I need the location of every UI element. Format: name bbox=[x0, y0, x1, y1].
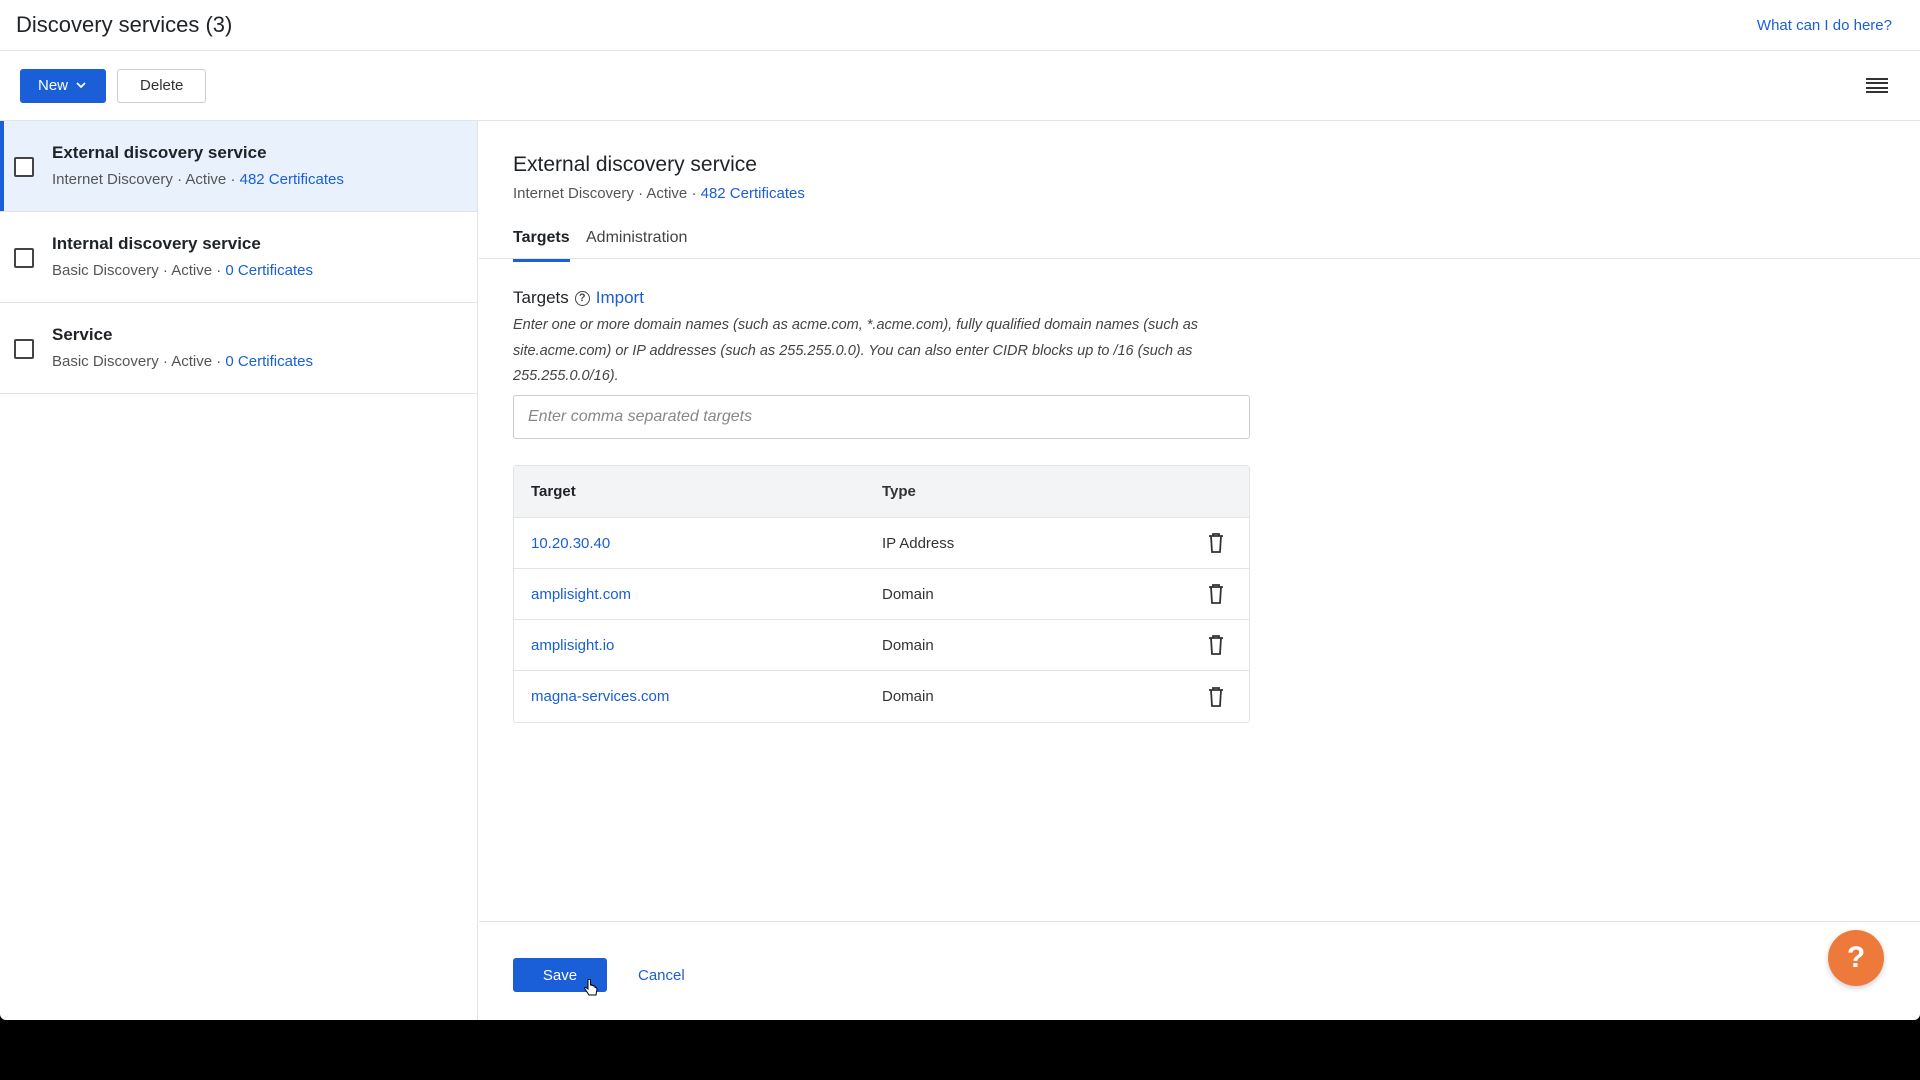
hamburger-menu-icon[interactable] bbox=[1866, 77, 1888, 94]
trash-icon[interactable] bbox=[1206, 532, 1226, 554]
detail-status: Active bbox=[646, 185, 688, 202]
service-certs-link[interactable]: 0 Certificates bbox=[225, 262, 313, 279]
service-checkbox[interactable] bbox=[14, 339, 34, 359]
column-header-target: Target bbox=[531, 483, 576, 500]
new-button[interactable]: New bbox=[20, 68, 107, 103]
delete-button[interactable]: Delete bbox=[117, 68, 207, 103]
targets-section-label: Targets ? Import bbox=[513, 288, 644, 308]
service-item-service[interactable]: Service Basic Discovery · Active · 0 Cer… bbox=[0, 303, 477, 394]
table-row: amplisight.io Domain bbox=[514, 620, 1249, 671]
top-bar: Discovery services (3) What can I do her… bbox=[0, 0, 1920, 51]
help-fab-button[interactable]: ? bbox=[1828, 930, 1884, 986]
trash-icon[interactable] bbox=[1206, 686, 1226, 708]
detail-type: Internet Discovery bbox=[513, 185, 634, 202]
target-link[interactable]: amplisight.io bbox=[514, 637, 882, 654]
service-item-external[interactable]: External discovery service Internet Disc… bbox=[0, 121, 477, 212]
page-title: Discovery services (3) bbox=[16, 12, 233, 37]
service-status: Active bbox=[171, 353, 213, 370]
new-button-label: New bbox=[38, 77, 69, 94]
help-link[interactable]: What can I do here? bbox=[1757, 17, 1892, 34]
service-checkbox[interactable] bbox=[14, 248, 34, 268]
targets-table: Target Type 10.20.30.40 IP Address ampli… bbox=[513, 465, 1250, 723]
target-link[interactable]: magna-services.com bbox=[514, 688, 882, 705]
target-type: IP Address bbox=[882, 534, 955, 552]
service-type: Internet Discovery bbox=[52, 171, 173, 188]
trash-icon[interactable] bbox=[1206, 634, 1226, 656]
target-link[interactable]: amplisight.com bbox=[514, 586, 882, 603]
service-certs-link[interactable]: 482 Certificates bbox=[240, 171, 344, 188]
table-row: amplisight.com Domain bbox=[514, 569, 1249, 620]
detail-title: External discovery service bbox=[513, 153, 757, 176]
separator: · bbox=[177, 171, 183, 188]
import-link[interactable]: Import bbox=[596, 288, 644, 308]
targets-hint: Enter one or more domain names (such as … bbox=[513, 317, 1199, 384]
detail-certs-link[interactable]: 482 Certificates bbox=[701, 185, 805, 202]
tab-administration[interactable]: Administration bbox=[586, 229, 687, 259]
detail-tabs: Targets Administration bbox=[479, 221, 1920, 262]
separator: · bbox=[216, 262, 222, 279]
service-certs-link[interactable]: 0 Certificates bbox=[225, 353, 313, 370]
service-type: Basic Discovery bbox=[52, 262, 159, 279]
service-name: Service bbox=[52, 325, 113, 344]
target-type: Domain bbox=[882, 636, 934, 654]
target-link[interactable]: 10.20.30.40 bbox=[514, 535, 882, 552]
separator: · bbox=[162, 262, 168, 279]
table-header: Target Type bbox=[514, 466, 1249, 518]
service-type: Basic Discovery bbox=[52, 353, 159, 370]
service-status: Active bbox=[185, 171, 227, 188]
separator: · bbox=[638, 185, 644, 202]
form-footer: Save Cancel bbox=[479, 921, 1920, 1020]
table-row: magna-services.com Domain bbox=[514, 671, 1249, 722]
targets-input[interactable] bbox=[513, 395, 1250, 439]
service-name: External discovery service bbox=[52, 143, 267, 162]
pointer-cursor-icon bbox=[584, 979, 598, 996]
service-name: Internal discovery service bbox=[52, 234, 261, 253]
toolbar: New Delete bbox=[0, 51, 1920, 121]
separator: · bbox=[230, 171, 236, 188]
targets-label: Targets bbox=[513, 288, 569, 307]
chevron-down-icon bbox=[76, 82, 86, 89]
trash-icon[interactable] bbox=[1206, 583, 1226, 605]
app-window: Discovery services (3) What can I do her… bbox=[0, 0, 1920, 1020]
help-circle-icon[interactable]: ? bbox=[574, 290, 590, 306]
separator: · bbox=[691, 185, 697, 202]
target-type: Domain bbox=[882, 585, 934, 603]
service-checkbox[interactable] bbox=[14, 157, 34, 177]
service-status: Active bbox=[171, 262, 213, 279]
detail-panel: External discovery service Internet Disc… bbox=[479, 121, 1920, 1020]
service-list: External discovery service Internet Disc… bbox=[0, 121, 478, 1020]
service-meta: Basic Discovery · Active · 0 Certificate… bbox=[52, 262, 313, 279]
separator: · bbox=[216, 353, 222, 370]
table-row: 10.20.30.40 IP Address bbox=[514, 518, 1249, 569]
service-item-internal[interactable]: Internal discovery service Basic Discove… bbox=[0, 212, 477, 303]
service-meta: Basic Discovery · Active · 0 Certificate… bbox=[52, 353, 313, 370]
tab-targets[interactable]: Targets bbox=[513, 229, 570, 262]
service-meta: Internet Discovery · Active · 482 Certif… bbox=[52, 171, 344, 188]
separator: · bbox=[162, 353, 168, 370]
cancel-button[interactable]: Cancel bbox=[638, 967, 685, 984]
column-header-type: Type bbox=[882, 483, 916, 500]
target-type: Domain bbox=[882, 688, 934, 705]
detail-meta: Internet Discovery · Active · 482 Certif… bbox=[513, 185, 805, 202]
